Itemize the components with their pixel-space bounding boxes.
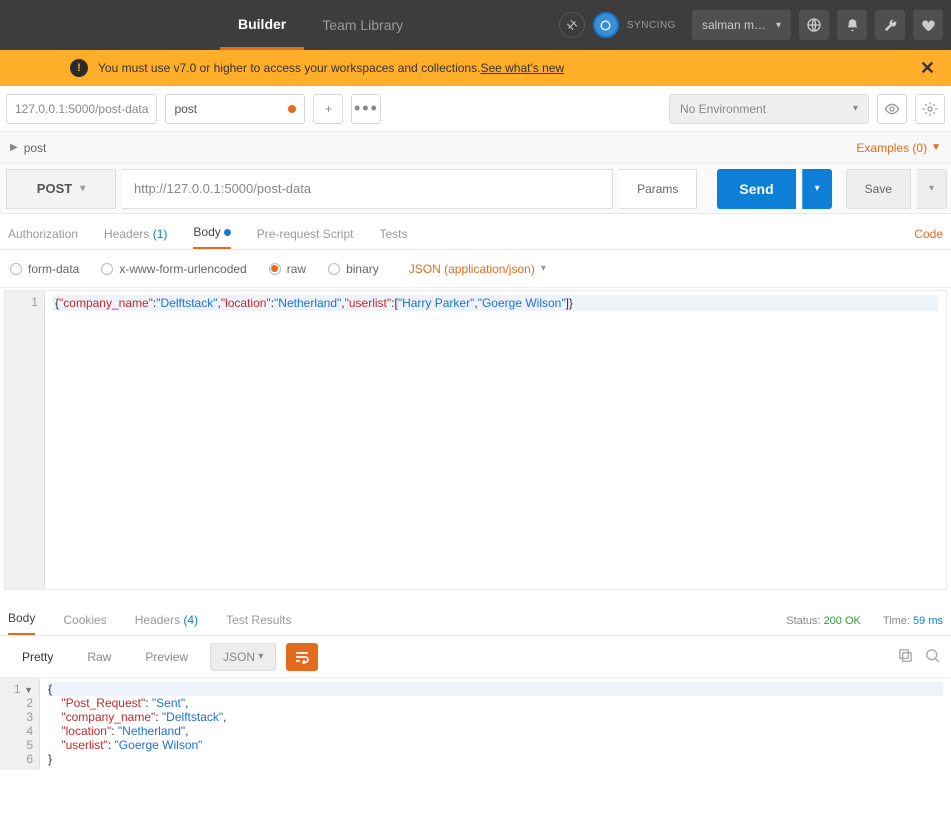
globe-icon[interactable] <box>799 10 829 40</box>
request-subtabs: Authorization Headers (1) Body Pre-reque… <box>0 214 951 250</box>
response-lang-dropdown[interactable]: JSON ▾ <box>210 643 276 671</box>
response-tab-cookies[interactable]: Cookies <box>63 613 106 635</box>
radio-binary[interactable]: binary <box>328 262 379 276</box>
nav-team-tab[interactable]: Team Library <box>304 0 421 50</box>
response-toolbar: Pretty Raw Preview JSON ▾ <box>0 636 951 678</box>
nav-builder-tab[interactable]: Builder <box>220 0 304 50</box>
quick-look-icon[interactable] <box>877 94 907 124</box>
request-tab-1[interactable]: 127.0.0.1:5000/post-data <box>6 94 157 124</box>
editor-gutter: 1 <box>5 291 45 589</box>
radio-raw[interactable]: raw <box>269 262 306 276</box>
examples-dropdown[interactable]: Examples (0) ▼ <box>856 141 941 155</box>
close-icon[interactable]: ✕ <box>920 58 935 79</box>
copy-icon[interactable] <box>897 647 914 667</box>
radio-urlencoded[interactable]: x-www-form-urlencoded <box>101 262 246 276</box>
url-input[interactable]: http://127.0.0.1:5000/post-data <box>122 169 613 209</box>
response-gutter: 1 ▼ 2 3 4 5 6 <box>0 678 40 770</box>
tab-tests[interactable]: Tests <box>379 227 407 249</box>
wrap-lines-button[interactable] <box>286 643 318 671</box>
alert-icon: ! <box>70 59 88 77</box>
new-tab-button[interactable]: + <box>313 94 343 124</box>
manage-env-icon[interactable] <box>915 94 945 124</box>
params-button[interactable]: Params <box>619 169 697 209</box>
tab-authorization[interactable]: Authorization <box>8 227 78 249</box>
tab-headers[interactable]: Headers (1) <box>104 227 167 249</box>
view-raw[interactable]: Raw <box>75 643 123 671</box>
notice-text: You must use v7.0 or higher to access yo… <box>98 61 480 75</box>
request-body-editor[interactable]: 1 {"company_name":"Delftstack","location… <box>4 290 947 590</box>
response-body-editor[interactable]: 1 ▼ 2 3 4 5 6 { "Post_Request": "Sent", … <box>0 678 951 770</box>
breadcrumb: ▶ post Examples (0) ▼ <box>0 132 951 164</box>
notice-link[interactable]: See what's new <box>480 61 564 75</box>
request-tab-2[interactable]: post <box>165 94 305 124</box>
time-metric: Time: 59 ms <box>883 615 943 627</box>
tab-options-button[interactable]: ••• <box>351 94 381 124</box>
body-type-radios: form-data x-www-form-urlencoded raw bina… <box>0 250 951 288</box>
body-filled-dot <box>224 229 231 236</box>
heart-icon[interactable] <box>913 10 943 40</box>
unsaved-dot-icon <box>288 105 296 113</box>
wrench-icon[interactable] <box>875 10 905 40</box>
response-tab-body[interactable]: Body <box>8 611 35 635</box>
environment-dropdown[interactable]: No Environment▾ <box>669 94 869 124</box>
user-dropdown[interactable]: salman m…▾ <box>692 10 791 40</box>
content-type-dropdown[interactable]: JSON (application/json)▾ <box>409 262 546 276</box>
tab-prerequest[interactable]: Pre-request Script <box>257 227 354 249</box>
response-tab-tests[interactable]: Test Results <box>226 613 291 635</box>
view-pretty[interactable]: Pretty <box>10 643 65 671</box>
sync-status-text: SYNCING <box>627 20 676 31</box>
request-bar: POST▾ http://127.0.0.1:5000/post-data Pa… <box>0 164 951 214</box>
view-preview[interactable]: Preview <box>133 643 200 671</box>
radio-formdata[interactable]: form-data <box>10 262 79 276</box>
request-name: post <box>24 141 47 155</box>
tab-body[interactable]: Body <box>193 225 230 249</box>
satellite-icon[interactable] <box>559 12 585 38</box>
save-button[interactable]: Save <box>846 169 911 209</box>
bell-icon[interactable] <box>837 10 867 40</box>
top-header: Builder Team Library SYNCING salman m…▾ <box>0 0 951 50</box>
sync-icon[interactable] <box>593 12 619 38</box>
save-options-button[interactable]: ▾ <box>917 169 947 209</box>
response-tab-headers[interactable]: Headers (4) <box>135 613 198 635</box>
code-link[interactable]: Code <box>914 227 943 249</box>
status-metric: Status: 200 OK <box>786 615 861 627</box>
upgrade-notice-bar: ! You must use v7.0 or higher to access … <box>0 50 951 86</box>
method-dropdown[interactable]: POST▾ <box>6 169 116 209</box>
caret-right-icon: ▶ <box>10 142 18 153</box>
response-tabs: Body Cookies Headers (4) Test Results St… <box>0 600 951 636</box>
request-tabs-row: 127.0.0.1:5000/post-data post + ••• No E… <box>0 86 951 132</box>
search-icon[interactable] <box>924 647 941 667</box>
send-options-button[interactable]: ▾ <box>802 169 832 209</box>
send-button[interactable]: Send <box>717 169 795 209</box>
